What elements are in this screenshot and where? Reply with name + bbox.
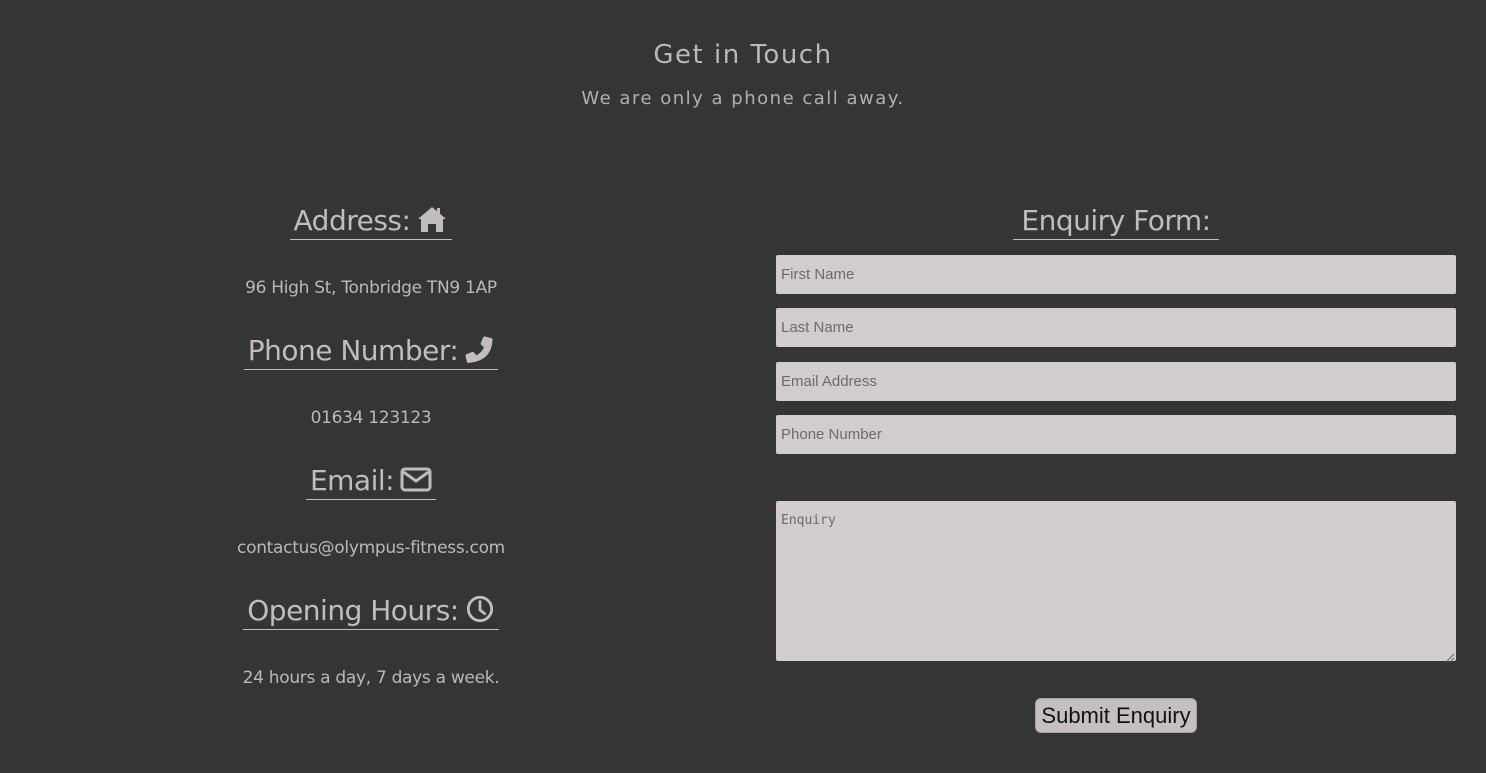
envelope-icon — [394, 464, 432, 497]
phone-heading: Phone Number: — [0, 334, 742, 370]
hours-heading: Opening Hours: — [0, 594, 742, 630]
address-heading-label: Address: — [293, 204, 411, 237]
phone-text: 01634 123123 — [310, 408, 432, 428]
clock-icon — [459, 594, 495, 627]
email-heading: Email: — [0, 464, 742, 500]
email-heading-label: Email: — [309, 464, 395, 497]
first-name-field[interactable] — [776, 255, 1456, 294]
address-heading: Address: — [0, 204, 742, 240]
email-field[interactable] — [776, 362, 1456, 401]
hours-text: 24 hours a day, 7 days a week. — [242, 668, 500, 688]
hours-heading-label: Opening Hours: — [247, 594, 459, 627]
submit-enquiry-button[interactable]: Submit Enquiry — [1035, 698, 1197, 733]
last-name-field[interactable] — [776, 308, 1456, 347]
email-text[interactable]: contactus@olympus-fitness.com — [0, 538, 742, 558]
enquiry-textarea[interactable] — [776, 501, 1456, 661]
enquiry-form-heading: Enquiry Form: — [776, 204, 1456, 240]
page-subtitle: We are only a phone call away. — [581, 88, 905, 109]
enquiry-form-heading-label: Enquiry Form: — [1013, 204, 1219, 240]
home-icon — [410, 204, 448, 237]
page-title: Get in Touch — [653, 40, 833, 70]
phone-heading-label: Phone Number: — [247, 334, 459, 367]
phone-icon — [458, 334, 494, 367]
address-text: 96 High St, Tonbridge TN9 1AP — [245, 278, 497, 298]
phone-field[interactable] — [776, 415, 1456, 454]
resize-handle[interactable] — [1443, 648, 1455, 663]
